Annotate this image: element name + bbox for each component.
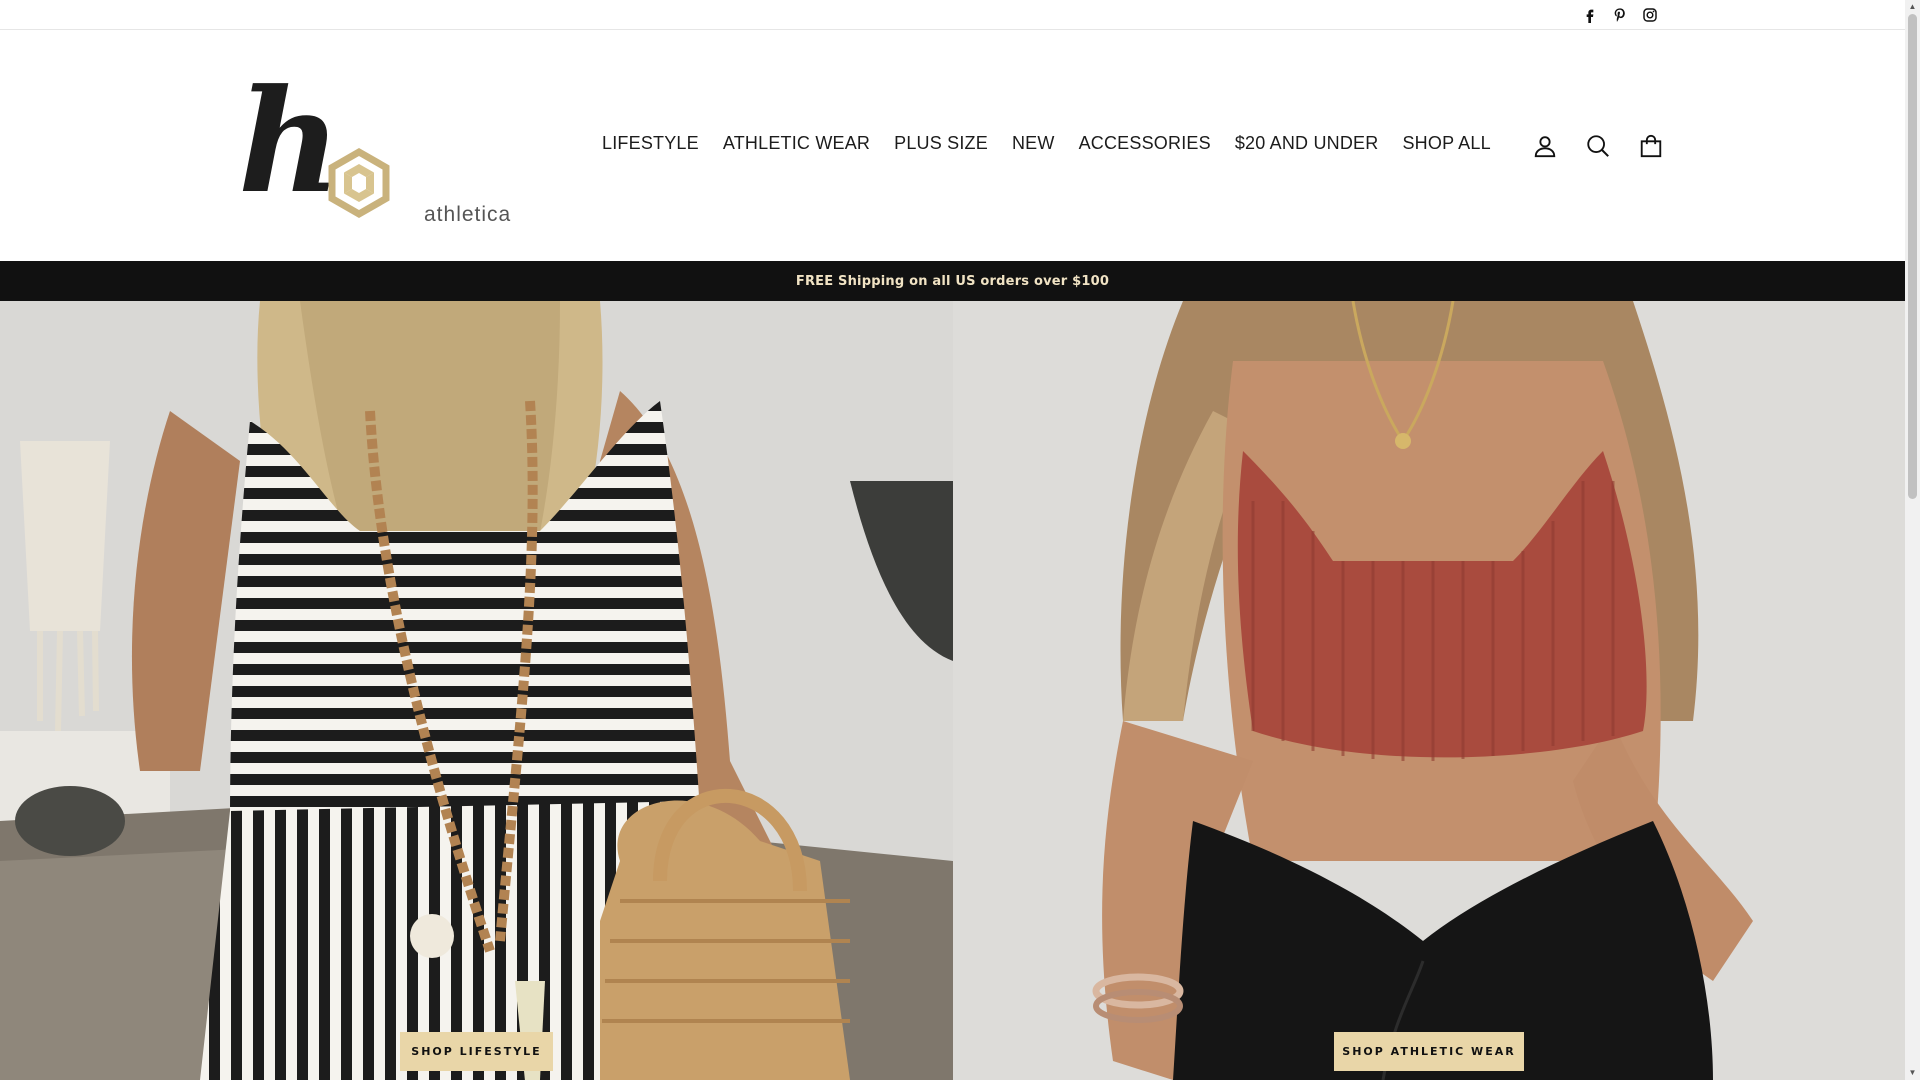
nav-item-new[interactable]: NEW <box>1000 133 1067 154</box>
search-icon[interactable] <box>1582 130 1614 162</box>
logo-hexagon-mark <box>328 147 390 219</box>
account-icon[interactable] <box>1529 130 1561 162</box>
nav-item-20-and-under[interactable]: $20 AND UNDER <box>1223 133 1391 154</box>
hero-athletic-panel[interactable]: SHOP ATHLETIC WEAR <box>953 301 1905 1080</box>
utility-bar <box>0 0 1905 30</box>
site-logo[interactable]: hney athletica <box>238 60 574 390</box>
announcement-bar: FREE Shipping on all US orders over $100 <box>0 261 1905 301</box>
main-nav: LIFESTYLE ATHLETIC WEAR PLUS SIZE NEW AC… <box>590 133 1503 154</box>
announcement-text: FREE Shipping on all US orders over $100 <box>795 273 1110 289</box>
nav-item-shop-all[interactable]: SHOP ALL <box>1390 133 1502 154</box>
nav-item-athletic-wear[interactable]: ATHLETIC WEAR <box>711 133 882 154</box>
lifestyle-hero-image <box>0 301 953 1080</box>
shop-lifestyle-button[interactable]: SHOP LIFESTYLE <box>400 1032 553 1071</box>
scrollbar-thumb[interactable] <box>1908 14 1917 499</box>
scroll-down-arrow-icon[interactable]: ▼ <box>1907 1068 1918 1078</box>
scroll-up-arrow-icon[interactable]: ▲ <box>1907 2 1918 12</box>
page-scrollbar[interactable]: ▲ ▼ <box>1905 0 1920 1080</box>
cart-icon[interactable] <box>1635 130 1667 162</box>
facebook-icon[interactable] <box>1579 5 1601 25</box>
logo-subtitle: athletica <box>424 203 512 226</box>
site-header: hney athletica LIFESTYLE ATHLETIC WEAR P… <box>0 30 1905 390</box>
shop-athletic-wear-button[interactable]: SHOP ATHLETIC WEAR <box>1334 1032 1524 1071</box>
nav-item-accessories[interactable]: ACCESSORIES <box>1067 133 1223 154</box>
pinterest-icon[interactable] <box>1609 5 1631 25</box>
instagram-icon[interactable] <box>1639 5 1661 25</box>
nav-item-plus-size[interactable]: PLUS SIZE <box>882 133 1000 154</box>
hero-lifestyle-panel[interactable]: SHOP LIFESTYLE <box>0 301 953 1080</box>
athletic-hero-image <box>953 301 1905 1080</box>
nav-item-lifestyle[interactable]: LIFESTYLE <box>590 133 711 154</box>
